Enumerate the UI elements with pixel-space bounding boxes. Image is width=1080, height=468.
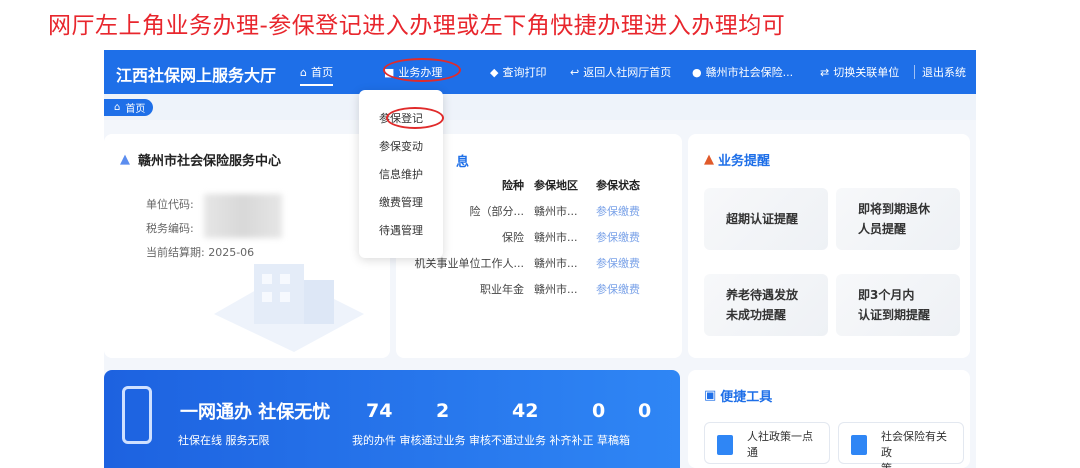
site-brand[interactable]: 江西社保网上服务大厅 xyxy=(116,62,276,86)
nav-divider xyxy=(914,65,915,79)
cell-status: 参保缴费 xyxy=(596,257,640,270)
reminder-text-2: 未成功提醒 xyxy=(726,308,787,322)
building-illustration xyxy=(214,264,364,352)
nav-logout-label: 退出系统 xyxy=(922,66,966,79)
bell-icon: ▲ xyxy=(704,152,714,167)
top-navbar: 江西社保网上服务大厅 ⌂ 首页 ■ 业务办理 ◆ 查询打印 ↩ 返回人社网厅首页… xyxy=(104,50,976,94)
org-name: 赣州市社会保险服务中心 xyxy=(138,154,282,169)
reminder-text: 养老待遇发放 xyxy=(726,288,799,302)
reminders-title: ▲ 业务提醒 xyxy=(704,150,770,169)
nav-current-org[interactable]: ● 赣州市社会保险... xyxy=(692,64,793,80)
instruction-caption: 网厅左上角业务办理-参保登记进入办理或左下角快捷办理进入办理均可 xyxy=(48,13,786,39)
screenshot-frame: 江西社保网上服务大厅 ⌂ 首页 ■ 业务办理 ◆ 查询打印 ↩ 返回人社网厅首页… xyxy=(104,50,976,468)
count-approved[interactable]: 2 xyxy=(436,400,449,422)
tool-text-2: 策 xyxy=(881,462,892,468)
nav-query-print[interactable]: ◆ 查询打印 xyxy=(490,64,546,80)
phone-icon xyxy=(122,386,152,444)
annotation-circle-registration xyxy=(386,107,444,129)
banner-subtitle: 社保在线 服务无限 xyxy=(178,434,270,447)
reminder-auth-expiring[interactable]: 即3个月内 认证到期提醒 xyxy=(836,274,960,336)
nav-home-label: 首页 xyxy=(310,66,333,79)
reminder-text-2: 人员提醒 xyxy=(858,222,907,236)
tool-text-2: 通 xyxy=(747,446,758,459)
redacted-values xyxy=(204,194,282,238)
cell-region: 赣州市... xyxy=(534,231,578,244)
col-region: 参保地区 xyxy=(534,179,578,192)
annotation-circle-business xyxy=(383,58,461,82)
count-supplement[interactable]: 0 xyxy=(592,400,605,422)
tool-insurance-policy[interactable]: 社会保险有关政 策 xyxy=(838,422,964,468)
cell-region: 赣州市... xyxy=(534,205,578,218)
quick-handle-banner[interactable]: 一网通办 社保无忧 社保在线 服务无限 74 2 42 0 0 我的办件 审核通… xyxy=(104,370,680,468)
toolbox-icon: ▣ xyxy=(704,388,717,403)
unit-code-label: 单位代码: xyxy=(146,198,194,211)
org-title: ▲ 赣州市社会保险服务中心 xyxy=(120,150,281,169)
banner-title: 一网通办 社保无忧 xyxy=(180,402,331,423)
menu-item-payment-management[interactable]: 缴费管理 xyxy=(359,194,443,210)
back-icon: ↩ xyxy=(570,65,580,79)
cell-status: 参保缴费 xyxy=(596,205,640,218)
org-info-card: ▲ 赣州市社会保险服务中心 单位代码: 税务编码: 当前结算期: 2025-06 xyxy=(104,134,390,358)
print-icon: ◆ xyxy=(490,65,499,79)
reminders-card: ▲ 业务提醒 超期认证提醒 即将到期退休 人员提醒 养老待遇发放 未成功提醒 即… xyxy=(688,134,970,358)
org-building-icon: ▲ xyxy=(120,152,130,167)
nav-switch-unit-label: 切换关联单位 xyxy=(833,66,900,79)
quick-tools-card: ▣ 便捷工具 人社政策一点 通 社会保险有关政 策 xyxy=(688,370,970,468)
nav-home[interactable]: ⌂ 首页 xyxy=(300,64,333,86)
breadcrumb-label: 首页 xyxy=(125,104,146,115)
nav-current-org-label: 赣州市社会保险... xyxy=(705,66,794,79)
reminder-pension-failed[interactable]: 养老待遇发放 未成功提醒 xyxy=(704,274,828,336)
tools-title-label: 便捷工具 xyxy=(720,390,773,405)
cell-region: 赣州市... xyxy=(534,257,578,270)
breadcrumb-home[interactable]: ⌂ 首页 xyxy=(104,99,154,116)
tool-text: 社会保险有关政 xyxy=(881,430,947,459)
count-my-cases[interactable]: 74 xyxy=(366,400,392,422)
insurance-card-title: 息 xyxy=(456,155,470,170)
menu-item-insurance-change[interactable]: 参保变动 xyxy=(359,138,443,154)
reminder-text: 超期认证提醒 xyxy=(726,212,799,226)
tool-policy-lookup[interactable]: 人社政策一点 通 xyxy=(704,422,830,464)
menu-item-info-maintenance[interactable]: 信息维护 xyxy=(359,166,443,182)
banner-count-labels: 我的办件 审核通过业务 审核不通过业务 补齐补正 草稿箱 xyxy=(352,434,630,447)
switch-icon: ⇄ xyxy=(820,65,830,79)
nav-return-portal-label: 返回人社网厅首页 xyxy=(583,66,672,79)
count-rejected[interactable]: 42 xyxy=(512,400,538,422)
tax-code-label: 税务编码: xyxy=(146,222,194,235)
breadcrumb-bar: ⌂ 首页 xyxy=(104,94,976,120)
table-row: 职业年金 赣州市... 参保缴费 xyxy=(402,276,674,302)
reminder-overdue-auth[interactable]: 超期认证提醒 xyxy=(704,188,828,250)
tools-title: ▣ 便捷工具 xyxy=(704,386,772,405)
reminder-text: 即将到期退休 xyxy=(858,202,931,216)
col-status: 参保状态 xyxy=(596,179,640,192)
cell-type: 职业年金 xyxy=(480,283,524,296)
cell-status: 参保缴费 xyxy=(596,231,640,244)
menu-item-benefit-management[interactable]: 待遇管理 xyxy=(359,222,443,238)
reminder-retire-soon[interactable]: 即将到期退休 人员提醒 xyxy=(836,188,960,250)
cell-status: 参保缴费 xyxy=(596,283,640,296)
table-row: 机关事业单位工作人... 赣州市... 参保缴费 xyxy=(402,250,674,276)
cell-region: 赣州市... xyxy=(534,283,578,296)
home-icon: ⌂ xyxy=(300,65,307,79)
reminder-text: 即3个月内 xyxy=(858,288,915,302)
user-icon: ● xyxy=(692,65,702,79)
nav-return-portal[interactable]: ↩ 返回人社网厅首页 xyxy=(570,64,671,80)
document-icon xyxy=(851,435,867,455)
document-icon xyxy=(717,435,733,455)
tool-text: 人社政策一点 xyxy=(747,430,813,443)
nav-switch-unit[interactable]: ⇄ 切换关联单位 xyxy=(820,64,899,80)
reminder-text-2: 认证到期提醒 xyxy=(858,308,931,322)
nav-query-print-label: 查询打印 xyxy=(502,66,547,79)
nav-logout[interactable]: 退出系统 xyxy=(922,64,966,80)
count-drafts[interactable]: 0 xyxy=(638,400,651,422)
home-icon: ⌂ xyxy=(114,102,121,113)
reminders-title-label: 业务提醒 xyxy=(718,154,771,169)
